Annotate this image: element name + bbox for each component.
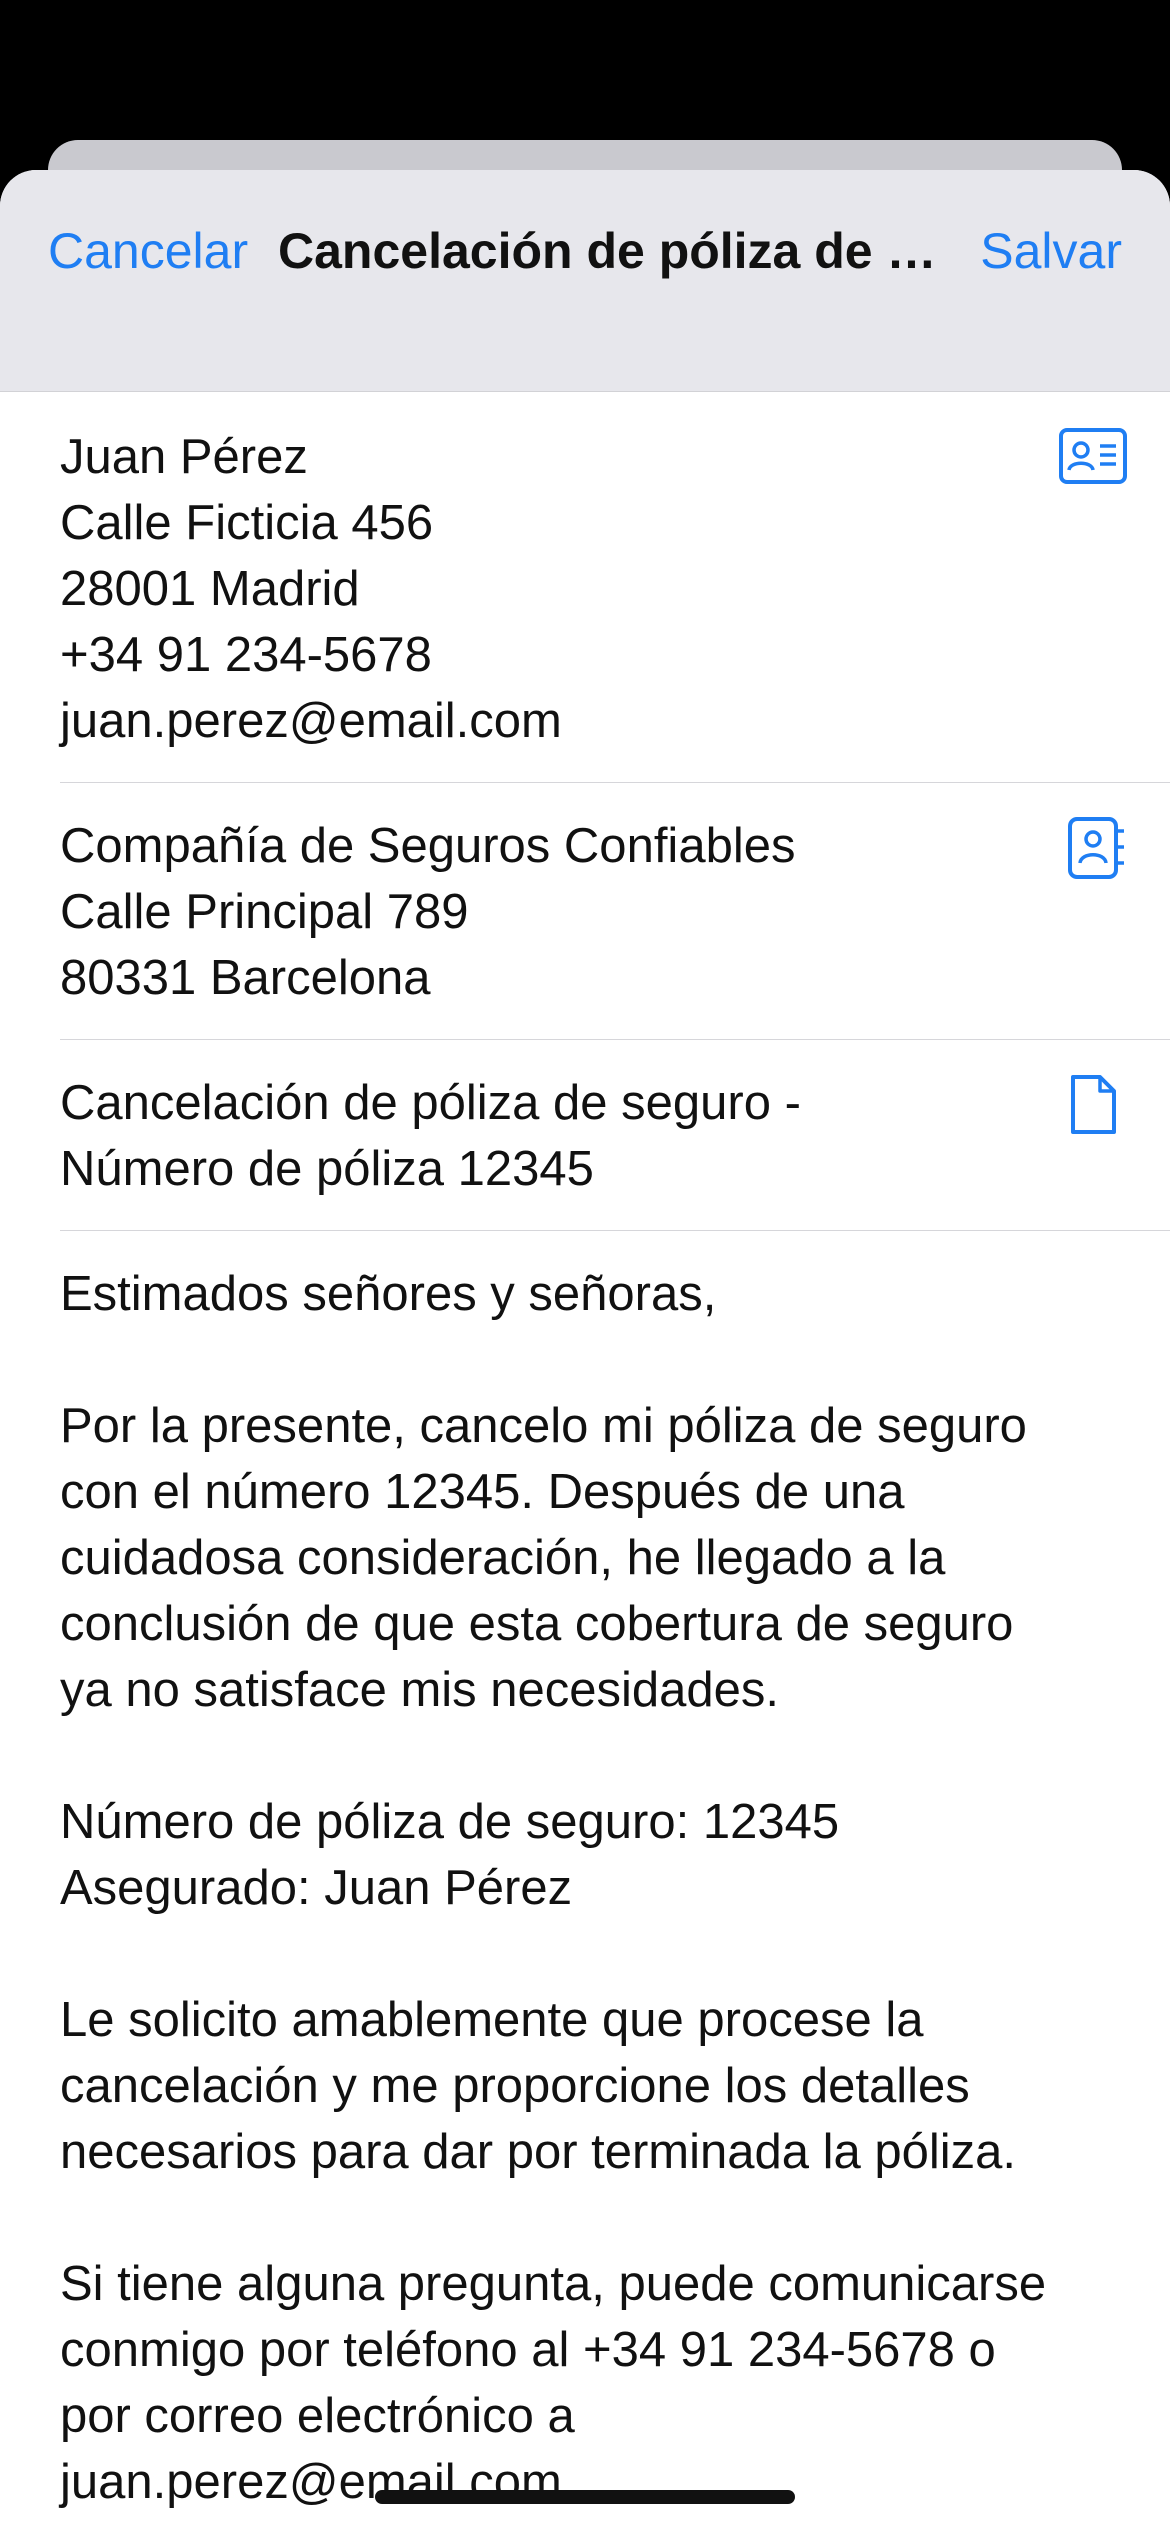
- recipient-street: Calle Principal 789: [60, 885, 469, 939]
- page-title: Cancelación de póliza de s...: [278, 224, 954, 279]
- sender-phone: +34 91 234-5678: [60, 628, 432, 682]
- subject-section[interactable]: Cancelación de póliza de seguro - Número…: [60, 1040, 1170, 1231]
- document-icon[interactable]: [1058, 1074, 1128, 1136]
- subject-line-2: Número de póliza 12345: [60, 1142, 594, 1196]
- letter-editor-sheet: Cancelar Cancelación de póliza de s... S…: [0, 170, 1170, 2532]
- recipient-city: 80331 Barcelona: [60, 951, 431, 1005]
- sender-email: juan.perez@email.com: [60, 694, 562, 748]
- recipient-address-lines: Compañía de Seguros Confiables Calle Pri…: [60, 813, 1170, 1011]
- address-book-icon[interactable]: [1058, 817, 1128, 879]
- home-indicator: [375, 2490, 795, 2504]
- sender-street: Calle Ficticia 456: [60, 496, 434, 550]
- save-button[interactable]: Salvar: [980, 224, 1122, 279]
- recipient-name: Compañía de Seguros Confiables: [60, 819, 796, 873]
- sender-city: 28001 Madrid: [60, 562, 360, 616]
- letter-body-text[interactable]: Estimados señores y señoras, Por la pres…: [60, 1231, 1110, 2515]
- sender-address-section[interactable]: Juan Pérez Calle Ficticia 456 28001 Madr…: [60, 392, 1170, 783]
- sender-name: Juan Pérez: [60, 430, 308, 484]
- recipient-address-section[interactable]: Compañía de Seguros Confiables Calle Pri…: [60, 783, 1170, 1040]
- subject-lines: Cancelación de póliza de seguro - Número…: [60, 1070, 1170, 1202]
- contact-card-icon[interactable]: [1058, 426, 1128, 488]
- subject-line-1: Cancelación de póliza de seguro -: [60, 1076, 801, 1130]
- navigation-bar: Cancelar Cancelación de póliza de s... S…: [0, 170, 1170, 392]
- cancel-button[interactable]: Cancelar: [48, 224, 248, 279]
- sender-address-lines: Juan Pérez Calle Ficticia 456 28001 Madr…: [60, 424, 1170, 754]
